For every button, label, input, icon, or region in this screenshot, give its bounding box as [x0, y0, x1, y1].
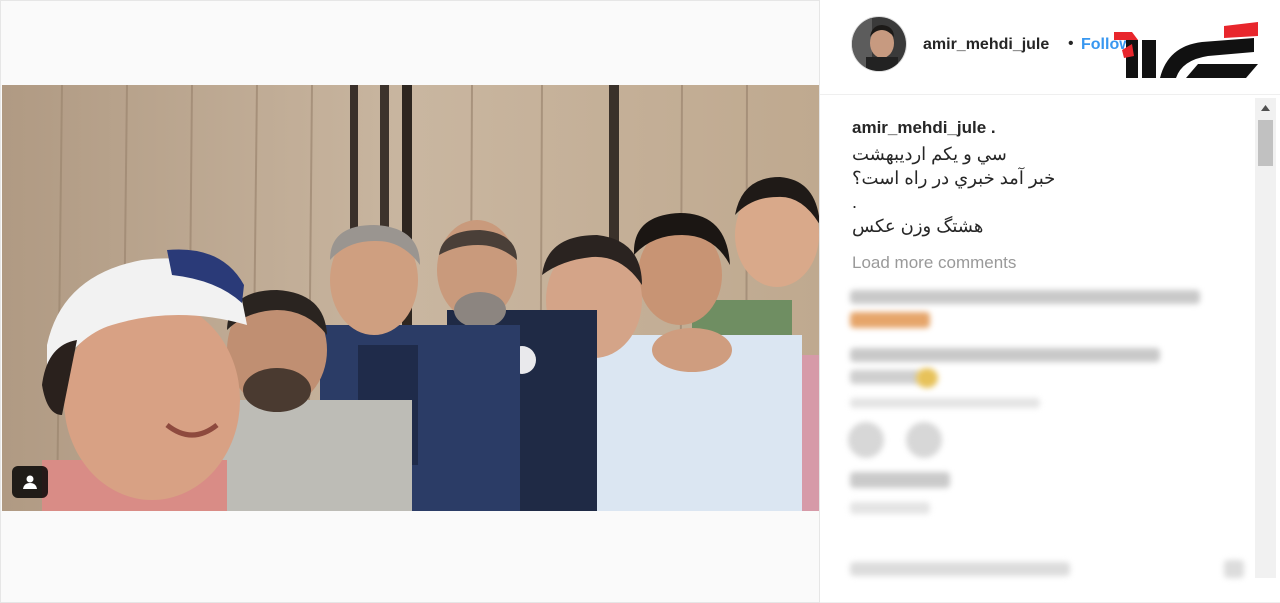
blurred-date: [850, 502, 930, 514]
scroll-up-button[interactable]: [1255, 98, 1276, 118]
blurred-comment: [850, 312, 930, 328]
post-header: amir_mehdi_jule • Follow: [820, 0, 1280, 95]
comments-scrollbar[interactable]: [1255, 98, 1276, 578]
blurred-comment: [850, 348, 1160, 362]
triangle-up-icon: [1261, 105, 1270, 111]
blurred-comment-icon: [906, 422, 942, 458]
instagram-post-embed: amir_mehdi_jule • Follow amir_mehdi_jule…: [0, 0, 1280, 603]
avatar[interactable]: [851, 16, 907, 72]
blurred-more-icon: [1224, 560, 1244, 578]
load-more-comments-link[interactable]: Load more comments: [852, 253, 1016, 273]
caption-line: .: [852, 192, 858, 212]
post-photo[interactable]: [2, 85, 819, 511]
person-silhouette-icon: [23, 475, 37, 489]
blurred-comment: [850, 370, 920, 384]
blurred-add-comment: [850, 562, 1070, 576]
caption-line: خبر آمد خبري در راه است؟: [852, 168, 1056, 188]
caption-username[interactable]: amir_mehdi_jule .: [852, 118, 996, 138]
blurred-comment: [850, 290, 1200, 304]
blurred-emoji: [916, 368, 938, 388]
blurred-comment: [850, 398, 1040, 408]
blurred-likes: [850, 472, 950, 488]
blurred-like-icon: [848, 422, 884, 458]
caption-line: سي و يكم ارديبهشت: [852, 144, 1007, 164]
tag-people-button[interactable]: [12, 466, 48, 498]
caption-line: هشتگ وزن عكس: [852, 216, 984, 236]
scrollbar-thumb[interactable]: [1258, 120, 1273, 166]
comments-section: amir_mehdi_jule . سي و يكم ارديبهشت خبر …: [820, 96, 1252, 596]
post-details-panel: amir_mehdi_jule • Follow amir_mehdi_jule…: [820, 0, 1280, 603]
site-logo: [1114, 22, 1258, 78]
header-username[interactable]: amir_mehdi_jule: [923, 36, 1049, 54]
separator-dot: •: [1068, 35, 1074, 52]
